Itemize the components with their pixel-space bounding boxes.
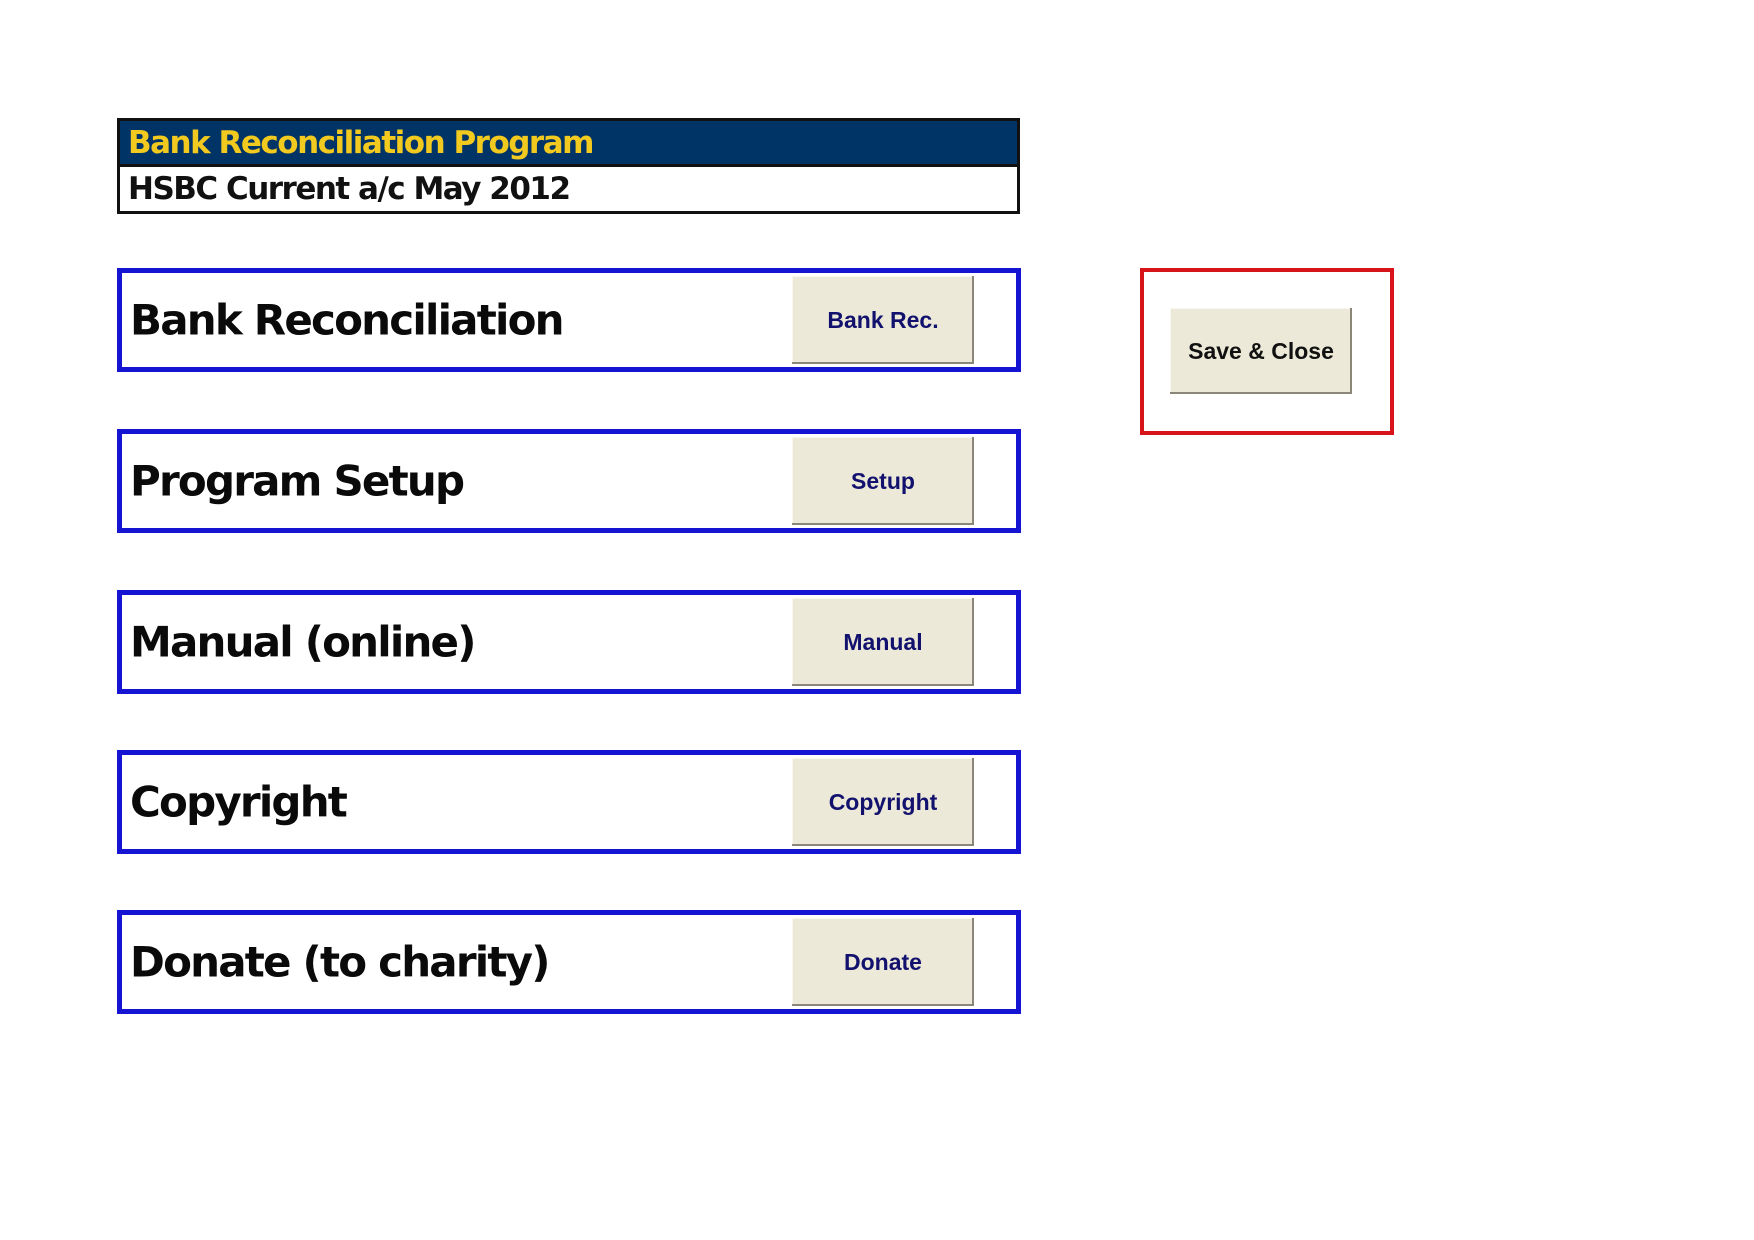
menu-row-manual: Manual (online) Manual bbox=[117, 590, 1021, 694]
account-period: HSBC Current a/c May 2012 bbox=[128, 171, 571, 207]
menu-label: Donate (to charity) bbox=[130, 937, 550, 987]
menu-row-bank-reconciliation: Bank Reconciliation Bank Rec. bbox=[117, 268, 1021, 372]
program-title: Bank Reconciliation Program bbox=[128, 124, 594, 161]
manual-button[interactable]: Manual bbox=[792, 598, 974, 686]
account-row: HSBC Current a/c May 2012 bbox=[120, 167, 1017, 211]
menu-label: Manual (online) bbox=[130, 617, 476, 667]
donate-button[interactable]: Donate bbox=[792, 918, 974, 1006]
menu-row-donate: Donate (to charity) Donate bbox=[117, 910, 1021, 1014]
save-close-frame: Save & Close bbox=[1140, 268, 1394, 435]
title-bar: Bank Reconciliation Program bbox=[120, 121, 1017, 167]
setup-button[interactable]: Setup bbox=[792, 437, 974, 525]
menu-label: Copyright bbox=[130, 777, 348, 827]
menu-row-program-setup: Program Setup Setup bbox=[117, 429, 1021, 533]
copyright-button[interactable]: Copyright bbox=[792, 758, 974, 846]
bank-rec-button[interactable]: Bank Rec. bbox=[792, 276, 974, 364]
menu-label: Bank Reconciliation bbox=[130, 295, 565, 345]
save-close-button[interactable]: Save & Close bbox=[1170, 308, 1352, 394]
menu-row-copyright: Copyright Copyright bbox=[117, 750, 1021, 854]
program-header: Bank Reconciliation Program HSBC Current… bbox=[117, 118, 1020, 214]
menu-label: Program Setup bbox=[130, 456, 465, 506]
